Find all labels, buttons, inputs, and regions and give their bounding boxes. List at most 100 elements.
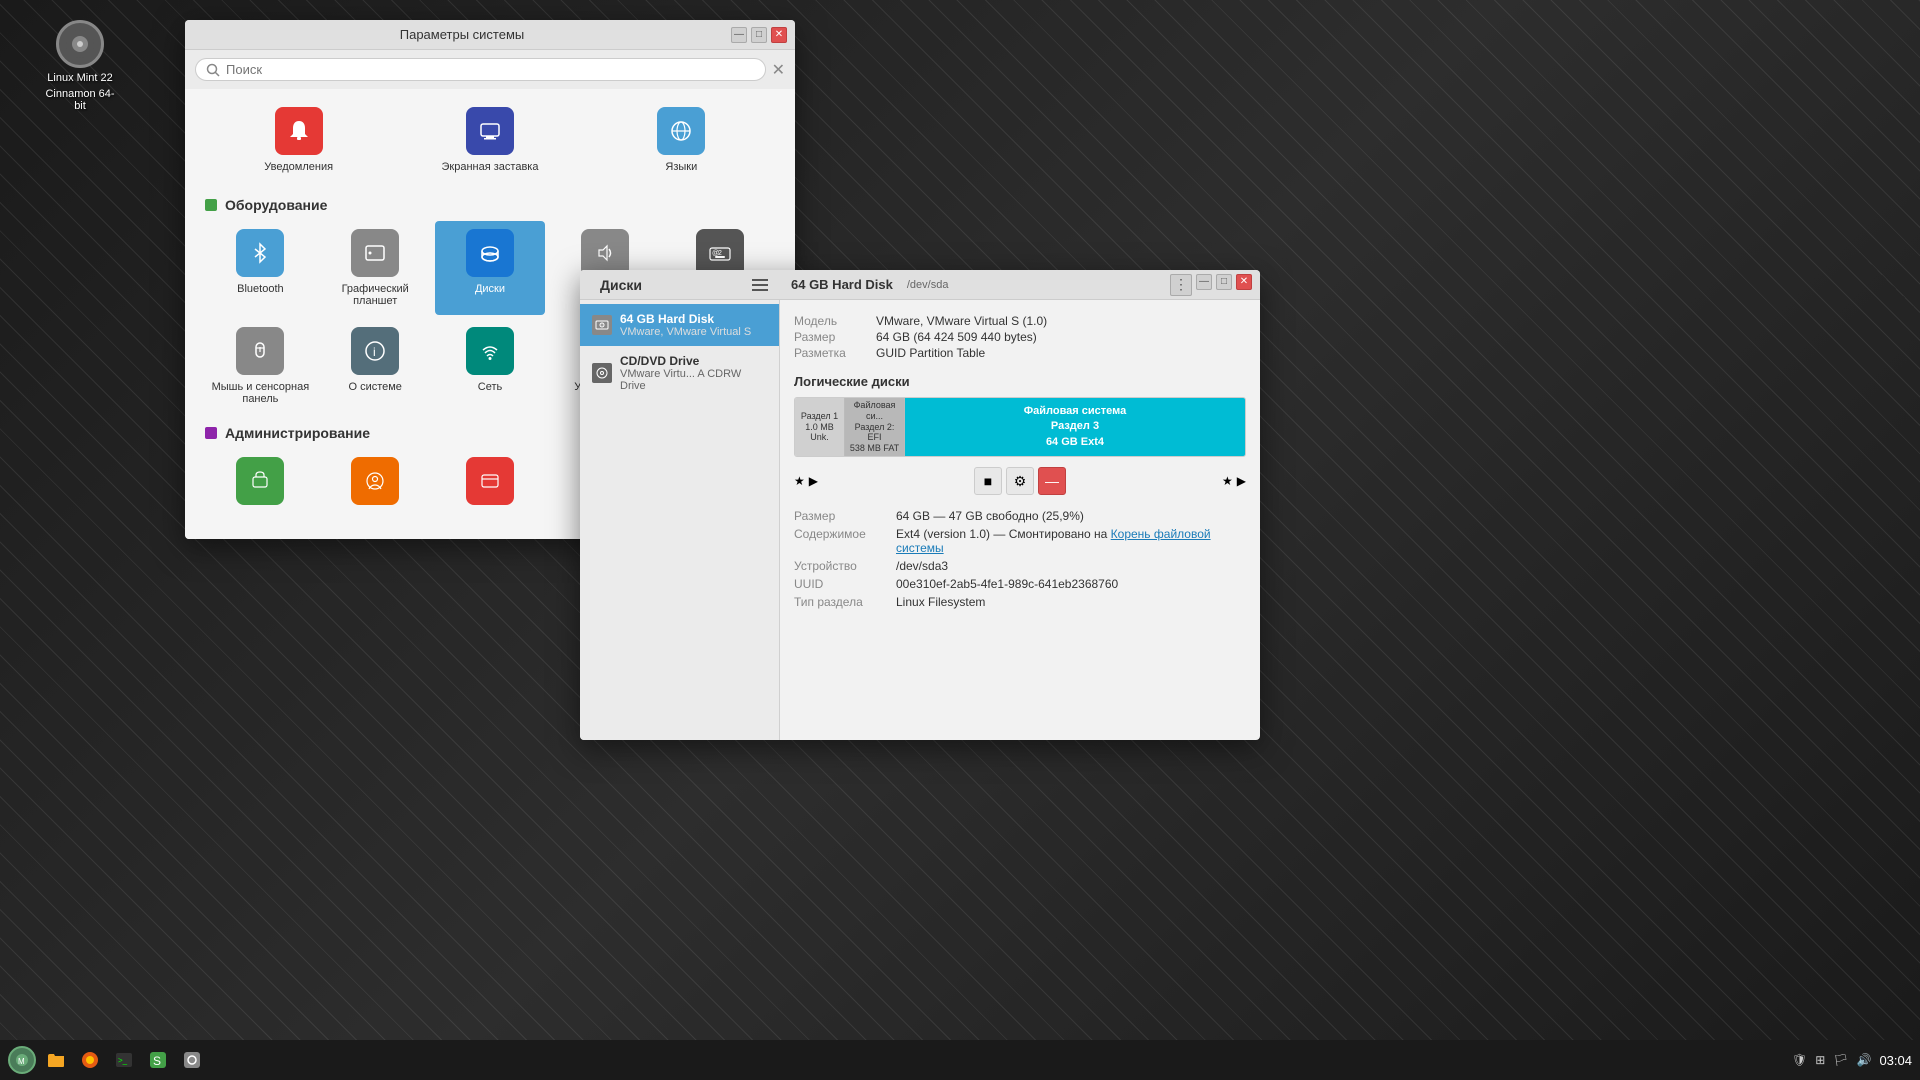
setting-label-network: Сеть <box>478 381 502 393</box>
hamburger-icon <box>752 277 768 293</box>
desktop-icon-label1: Linux Mint 22 <box>47 72 112 84</box>
setting-item-admin1[interactable] <box>205 449 316 519</box>
search-clear-button[interactable]: ✕ <box>772 60 785 80</box>
cdrom-sub: VMware Virtu... A CDRW Drive <box>620 368 767 392</box>
settings-maximize-button[interactable]: □ <box>751 27 767 43</box>
partition-ext4[interactable]: Файловая системаРаздел 364 GB Ext4 <box>905 398 1245 456</box>
setting-item-bluetooth[interactable]: Bluetooth <box>205 221 316 315</box>
setting-item-mouse[interactable]: Мышь и сенсорная панель <box>205 319 316 413</box>
taskbar-shield-icon: 🛡 <box>1792 1053 1807 1067</box>
disks-svg-icon <box>476 239 504 267</box>
settings-window-controls: — □ ✕ <box>731 27 787 43</box>
disk-info-table: Модель VMware, VMware Virtual S (1.0) Ра… <box>794 314 1246 360</box>
disks-more-button[interactable]: ⋮ <box>1170 274 1192 296</box>
disks-close-button[interactable]: ✕ <box>1236 274 1252 290</box>
setting-item-network[interactable]: Сеть <box>435 319 546 413</box>
svg-text:2: 2 <box>718 250 722 257</box>
disk-list-item-hdd[interactable]: 64 GB Hard Disk VMware, VMware Virtual S <box>580 304 779 346</box>
bluetooth-icon <box>236 229 284 277</box>
pdt-device-label: Устройство <box>794 559 884 573</box>
setting-item-admin2[interactable] <box>320 449 431 519</box>
taskbar: M >_ <box>0 1040 1920 1080</box>
disks-sidebar-title: Диски <box>588 274 783 296</box>
pdt-parttype-row: Тип раздела Linux Filesystem <box>794 595 1246 609</box>
mint-menu-button[interactable]: M <box>8 1046 36 1074</box>
hdd-info: 64 GB Hard Disk VMware, VMware Virtual S <box>620 312 767 338</box>
pdt-parttype-value: Linux Filesystem <box>896 595 985 609</box>
partition-settings-button[interactable]: ⚙ <box>1006 467 1034 495</box>
pdt-device-value: /dev/sda3 <box>896 559 948 573</box>
disks-titlebar: Диски 64 GB Hard Disk /dev/sda ⋮ — □ ✕ <box>580 270 1260 300</box>
setting-item-disks[interactable]: Диски <box>435 221 546 315</box>
partition-remove-button[interactable]: — <box>1038 467 1066 495</box>
partition-buttons: ■ ⚙ — <box>974 467 1066 495</box>
wifi-icon <box>476 337 504 365</box>
svg-text:S: S <box>153 1054 161 1068</box>
admin1-icon <box>236 457 284 505</box>
partition-stop-button[interactable]: ■ <box>974 467 1002 495</box>
admin3-svg-icon <box>476 467 504 495</box>
pdt-uuid-row: UUID 00e310ef-2ab5-4fe1-989c-641eb236876… <box>794 577 1246 591</box>
search-input-wrap <box>195 58 766 81</box>
taskbar-audio-icon[interactable]: 🔊 <box>1857 1053 1872 1067</box>
taskbar-right: 🛡 ⊞ 🏳 🔊 03:04 <box>1792 1053 1912 1068</box>
taskbar-network-icon[interactable]: ⊞ <box>1815 1053 1825 1067</box>
setting-item-admin3[interactable] <box>435 449 546 519</box>
taskbar-firefox-button[interactable] <box>76 1046 104 1074</box>
admin3-icon <box>466 457 514 505</box>
settings-minimize-button[interactable]: — <box>731 27 747 43</box>
languages-icon <box>657 107 705 155</box>
taskbar-time: 03:04 <box>1879 1053 1912 1068</box>
disks-minimize-button[interactable]: — <box>1196 274 1212 290</box>
taskbar-green-app-button[interactable]: S <box>144 1046 172 1074</box>
disks-window: Диски 64 GB Hard Disk /dev/sda ⋮ — □ ✕ <box>580 270 1260 740</box>
taskbar-files-button[interactable] <box>42 1046 70 1074</box>
admin1-svg-icon <box>246 467 274 495</box>
disks-icon <box>466 229 514 277</box>
desktop-icon-linux-mint[interactable]: Linux Mint 22 Cinnamon 64-bit <box>40 20 120 112</box>
pdt-content-row: Содержимое Ext4 (version 1.0) — Смонтиро… <box>794 527 1246 555</box>
screensaver-icon <box>466 107 514 155</box>
desktop-icon-label2: Cinnamon 64-bit <box>40 88 120 112</box>
folder-icon <box>46 1050 66 1070</box>
gray-app-icon <box>182 1050 202 1070</box>
tablet-svg-icon <box>361 239 389 267</box>
mouse-icon <box>236 327 284 375</box>
disks-maximize-button[interactable]: □ <box>1216 274 1232 290</box>
disk-model-value: VMware, VMware Virtual S (1.0) <box>876 314 1047 328</box>
setting-item-about[interactable]: i О системе <box>320 319 431 413</box>
partition-fat[interactable]: Файловая си...Раздел 2: EFI538 MB FAT <box>845 398 905 456</box>
disks-window-controls: ⋮ — □ ✕ <box>1170 274 1252 296</box>
taskbar-gray-app-button[interactable] <box>178 1046 206 1074</box>
setting-item-tablet[interactable]: Графический планшет <box>320 221 431 315</box>
setting-label-tablet: Графический планшет <box>324 283 427 307</box>
pdt-content-value: Ext4 (version 1.0) — Смонтировано на Кор… <box>896 527 1246 555</box>
taskbar-terminal-button[interactable]: >_ <box>110 1046 138 1074</box>
network-icon <box>466 327 514 375</box>
taskbar-flag-icon: 🏳 <box>1833 1053 1848 1067</box>
arrow-left[interactable]: ▶ <box>809 474 818 488</box>
cdrom-icon <box>592 363 612 383</box>
setting-item-languages[interactable]: Языки <box>588 99 775 181</box>
disks-menu-button[interactable] <box>749 274 771 296</box>
cdrom-name: CD/DVD Drive <box>620 354 767 368</box>
setting-item-notifications[interactable]: Уведомления <box>205 99 392 181</box>
hdd-svg-icon <box>595 318 609 332</box>
search-input[interactable] <box>226 62 755 77</box>
disk-list-item-cdrom[interactable]: CD/DVD Drive VMware Virtu... A CDRW Driv… <box>580 346 779 400</box>
green-app-icon: S <box>148 1050 168 1070</box>
arrow-right[interactable]: ▶ <box>1237 474 1246 488</box>
search-bar: ✕ <box>185 50 795 89</box>
disk-size-label: Размер <box>794 330 864 344</box>
settings-close-button[interactable]: ✕ <box>771 27 787 43</box>
setting-item-screensaver[interactable]: Экранная заставка <box>396 99 583 181</box>
pdt-parttype-label: Тип раздела <box>794 595 884 609</box>
partition-stars-left: ★ ▶ <box>794 474 818 488</box>
partition-bar[interactable]: Раздел 11.0 MB Unk. Файловая си...Раздел… <box>794 397 1246 457</box>
star-left1: ★ <box>794 474 805 488</box>
hardware-dot <box>205 199 217 211</box>
hardware-section-title: Оборудование <box>225 197 327 213</box>
partition-actions: ★ ▶ ■ ⚙ — ★ ▶ <box>794 467 1246 495</box>
partition-efi[interactable]: Раздел 11.0 MB Unk. <box>795 398 845 456</box>
setting-label-languages: Языки <box>665 161 697 173</box>
